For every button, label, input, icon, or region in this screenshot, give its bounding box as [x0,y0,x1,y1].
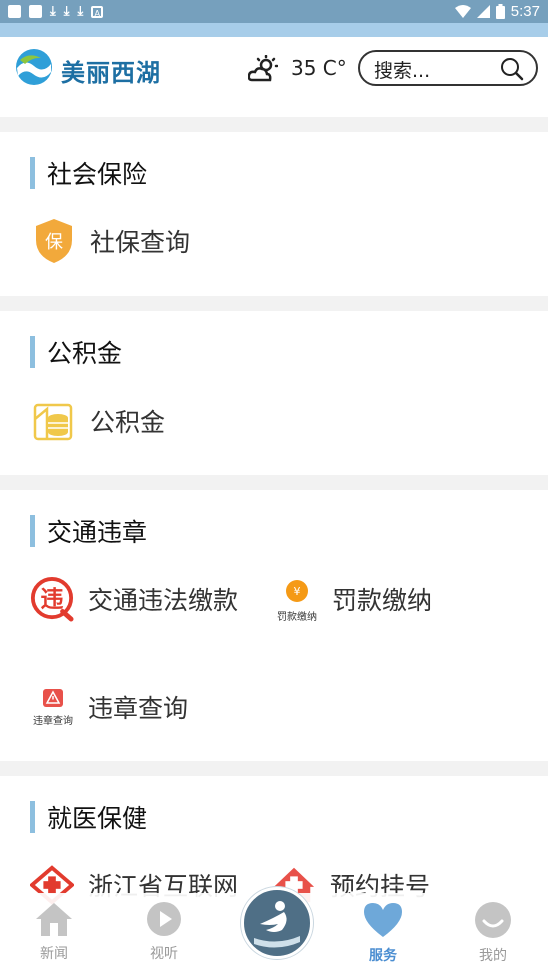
service-item-housing-fund[interactable]: 公积金 [32,399,165,443]
download-icon: ⤓ [63,4,70,19]
svg-text:违: 违 [41,587,64,613]
search-placeholder: 搜索... [374,60,431,82]
icon-caption: 违章查询 [33,716,73,727]
nav-center-home-button[interactable] [241,887,313,959]
svg-text:保: 保 [45,232,63,253]
nav-tab-services[interactable]: 服务 [353,901,413,965]
house-coins-icon [32,399,76,443]
nav-tab-news[interactable]: 新闻 [24,901,84,963]
section-social-insurance: 社会保险 保 社保查询 [0,132,548,296]
section-title: 就医保健 [30,800,147,834]
notification-square-icon [8,5,21,18]
section-accent-bar [30,801,35,833]
status-strip [0,23,548,37]
service-item-traffic-fine-payment[interactable]: 违 交通违法缴款 [30,577,238,622]
section-accent-bar [30,157,35,189]
app-header: 美丽西湖 35 C° 搜索... [0,37,548,117]
battery-icon [495,4,505,19]
brand-title: 美丽西湖 [61,59,161,87]
section-housing-fund: 公积金 公积金 [0,311,548,475]
heart-icon [364,903,402,937]
temperature: 35 C° [291,56,347,80]
notification-square-icon [29,5,42,18]
app-notification-icon: A [91,5,104,18]
service-item-social-security-query[interactable]: 保 社保查询 [32,219,190,263]
section-traffic-violations: 交通违章 违 交通违法缴款 ¥ 罚款缴纳 罚款缴纳 违章查询 违章查询 [0,490,548,761]
play-icon [147,902,181,936]
section-accent-bar [30,515,35,547]
download-icon: ⤓ [50,4,56,19]
app-logo-icon [16,49,52,85]
svg-text:¥: ¥ [294,585,301,598]
center-logo-icon [254,901,300,948]
download-icon: ⤓ [77,4,84,19]
home-icon [36,903,72,936]
service-item-fine-payment[interactable]: ¥ 罚款缴纳 罚款缴纳 [272,577,432,623]
wifi-icon [454,5,471,18]
search-icon[interactable] [500,57,524,81]
signal-icon [476,5,490,18]
section-accent-bar [30,336,35,368]
service-item-violation-query[interactable]: 违章查询 违章查询 [28,685,188,729]
weather-icon [248,55,278,82]
icon-caption: 罚款缴纳 [277,612,317,623]
search-input[interactable]: 搜索... [358,50,538,86]
bottom-navigation: 新闻 视听 服务 我的 [0,887,548,972]
shield-bao-icon: 保 [32,219,76,263]
section-title: 社会保险 [30,156,147,190]
section-title: 交通违章 [30,514,147,548]
clock: 5:37 [510,3,540,20]
wei-badge-icon: 违 [30,577,74,622]
warning-icon: 违章查询 [28,685,78,729]
nav-tab-mine[interactable]: 我的 [463,901,523,965]
yen-coin-icon: ¥ 罚款缴纳 [272,577,322,623]
smiley-icon [475,902,511,938]
section-title: 公积金 [30,335,122,369]
status-bar: ⤓ ⤓ ⤓ A 5:37 [0,0,548,23]
nav-tab-video[interactable]: 视听 [134,901,194,963]
